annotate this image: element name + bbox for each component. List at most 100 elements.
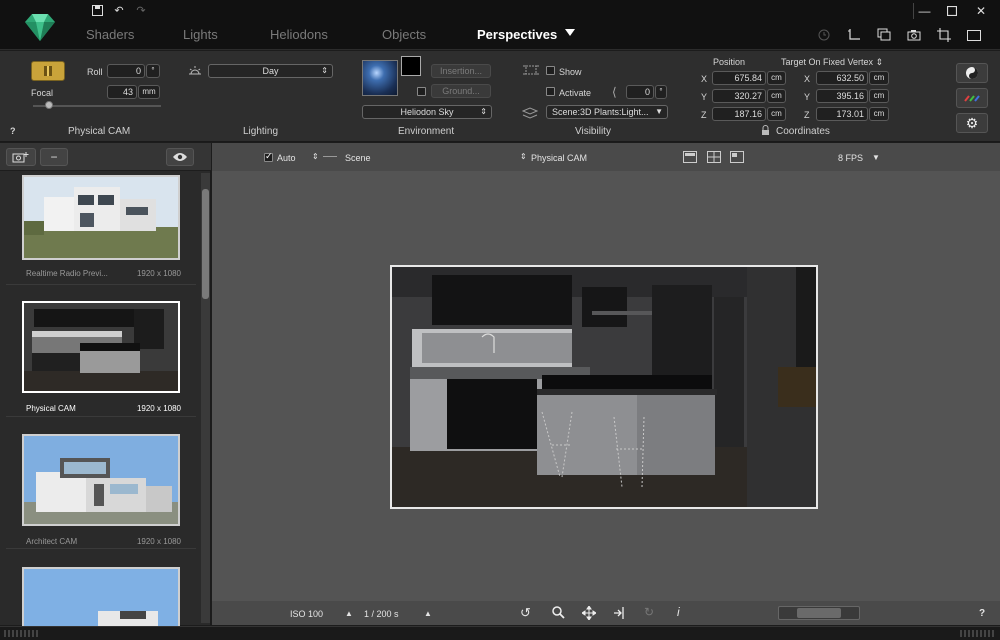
select-arrow-icon: ⇕	[321, 66, 328, 75]
undo-icon[interactable]: ↶	[112, 4, 126, 17]
position-y-input[interactable]: 320.27	[712, 89, 766, 103]
tab-perspectives[interactable]: Perspectives	[477, 27, 557, 42]
fps-dropdown-icon[interactable]: ▼	[872, 153, 880, 162]
tab-heliodons[interactable]: Heliodons	[270, 27, 328, 42]
sky-preview[interactable]	[362, 60, 398, 96]
scene-select[interactable]: Scene:3D Plants:Light... ▼	[546, 105, 668, 119]
clock-icon[interactable]	[816, 28, 832, 42]
sky-select[interactable]: Heliodon Sky ⇕	[362, 105, 492, 119]
tab-shaders[interactable]: Shaders	[86, 27, 134, 42]
target-y-input[interactable]: 395.16	[816, 89, 868, 103]
focal-slider-handle[interactable]	[45, 101, 53, 109]
sidebar-scrollbar-thumb[interactable]	[202, 189, 209, 299]
info-icon[interactable]: i	[677, 605, 680, 619]
focal-input[interactable]: 43	[107, 85, 137, 99]
roll-input[interactable]: 0	[107, 64, 145, 78]
target-x-input[interactable]: 632.50	[816, 71, 868, 85]
position-x-input[interactable]: 675.84	[712, 71, 766, 85]
close-icon[interactable]: ✕	[970, 3, 992, 19]
ground-button[interactable]: Ground...	[431, 84, 491, 98]
minimize-icon[interactable]: —	[913, 3, 935, 19]
perspective-thumbnail[interactable]	[22, 175, 180, 260]
perspective-thumbnail[interactable]	[22, 301, 180, 393]
crop-icon[interactable]	[936, 28, 952, 42]
auto-checkbox[interactable]	[264, 151, 273, 162]
pan-icon[interactable]	[582, 606, 596, 620]
perspective-card[interactable]: Realtime Radio Previ... 1920 x 1080	[6, 173, 196, 285]
iso-up-icon[interactable]: ▲	[345, 609, 353, 618]
perspective-name: Architect CAM	[26, 537, 78, 546]
color-bars-icon[interactable]	[956, 88, 988, 108]
target-x-axis: X	[804, 74, 811, 84]
fullscreen-icon[interactable]	[966, 28, 982, 42]
perspective-card[interactable]: Architect CAM 1920 x 1080	[6, 421, 196, 549]
angle-icon: ⟨	[612, 85, 617, 99]
save-icon[interactable]	[90, 4, 104, 16]
rotate-icon[interactable]: ↻	[644, 605, 654, 619]
target-label-text: Target On Fixed Vertex	[781, 57, 874, 67]
coordinates-group-label: Coordinates	[776, 126, 830, 137]
tab-lights[interactable]: Lights	[183, 27, 218, 42]
tab-objects[interactable]: Objects	[382, 27, 426, 42]
target-z-input[interactable]: 173.01	[816, 107, 868, 121]
shutter-label[interactable]: 1 / 200 s	[364, 609, 399, 619]
maximize-icon[interactable]	[941, 3, 963, 19]
scene-mode-label[interactable]: Scene	[345, 153, 371, 163]
settings-gear-icon[interactable]: ⚙	[956, 113, 988, 133]
physical-camera-icon[interactable]	[31, 61, 65, 81]
layout-grid-icon[interactable]	[707, 151, 721, 163]
yin-yang-icon[interactable]	[956, 63, 988, 83]
scene-select-value: Scene:3D Plants:Light...	[552, 107, 649, 117]
walk-through-icon[interactable]	[613, 606, 626, 620]
zoom-icon[interactable]	[552, 606, 565, 619]
tab-dropdown-icon[interactable]	[565, 29, 575, 36]
lighting-preset-value: Day	[262, 66, 279, 76]
grip-icon[interactable]	[960, 630, 996, 637]
position-x-unit: cm	[767, 71, 786, 85]
target-label[interactable]: Target On Fixed Vertex ⇕	[781, 57, 883, 68]
scene-mode-arrow-icon[interactable]: ⇕	[312, 152, 319, 161]
activate-checkbox[interactable]	[546, 87, 555, 96]
roll-label: Roll	[87, 67, 103, 77]
perspective-name: Realtime Radio Previ...	[26, 269, 108, 278]
insertion-button[interactable]: Insertion...	[431, 64, 491, 78]
zoom-slider-handle[interactable]	[797, 608, 841, 618]
render-viewport[interactable]: Auto ⇕ Scene ⇕ Physical CAM 8 FPS ▼	[212, 143, 1000, 625]
crop-corner-icon[interactable]	[846, 28, 862, 42]
lock-icon[interactable]	[761, 125, 770, 135]
duplicate-icon[interactable]	[876, 28, 892, 42]
layout-corner-icon[interactable]	[730, 151, 744, 163]
angle-input[interactable]: 0	[626, 85, 654, 99]
activate-label: Activate	[559, 88, 592, 98]
remove-camera-button[interactable]: −	[40, 148, 68, 166]
show-checkbox[interactable]	[546, 66, 555, 75]
ground-checkbox[interactable]	[417, 87, 426, 96]
help-button[interactable]: ?	[10, 126, 16, 136]
visibility-frame-icon	[523, 63, 539, 77]
camera-select-arrow-icon[interactable]: ⇕	[520, 152, 527, 161]
camera-select-label[interactable]: Physical CAM	[531, 153, 587, 163]
layout-top-icon[interactable]	[683, 151, 697, 163]
perspectives-sidebar: − Realtime Radio Previ... 1920 x 1080 Ph…	[0, 143, 211, 627]
render-preview[interactable]	[390, 265, 818, 509]
eye-icon[interactable]	[166, 148, 194, 166]
iso-label[interactable]: ISO 100	[290, 609, 323, 619]
perspective-card[interactable]	[6, 553, 196, 627]
perspective-card-selected[interactable]: Physical CAM 1920 x 1080	[6, 289, 196, 417]
fps-label[interactable]: 8 FPS	[838, 153, 863, 163]
position-z-input[interactable]: 187.16	[712, 107, 766, 121]
target-z-axis: Z	[804, 110, 810, 120]
shutter-up-icon[interactable]: ▲	[424, 609, 432, 618]
perspective-thumbnail[interactable]	[22, 434, 180, 526]
environment-group-label: Environment	[398, 126, 455, 137]
redo-icon[interactable]: ↷	[134, 4, 148, 17]
add-camera-icon[interactable]	[6, 148, 36, 166]
lighting-preset-select[interactable]: Day ⇕	[208, 64, 333, 78]
viewport-help-button[interactable]: ?	[979, 608, 985, 619]
separator-dash	[323, 156, 337, 157]
grip-icon[interactable]	[4, 630, 40, 637]
camera-icon[interactable]	[906, 28, 922, 42]
background-color-swatch[interactable]	[401, 56, 421, 76]
reset-view-icon[interactable]: ↺	[520, 605, 531, 621]
perspective-thumbnail[interactable]	[22, 567, 180, 627]
